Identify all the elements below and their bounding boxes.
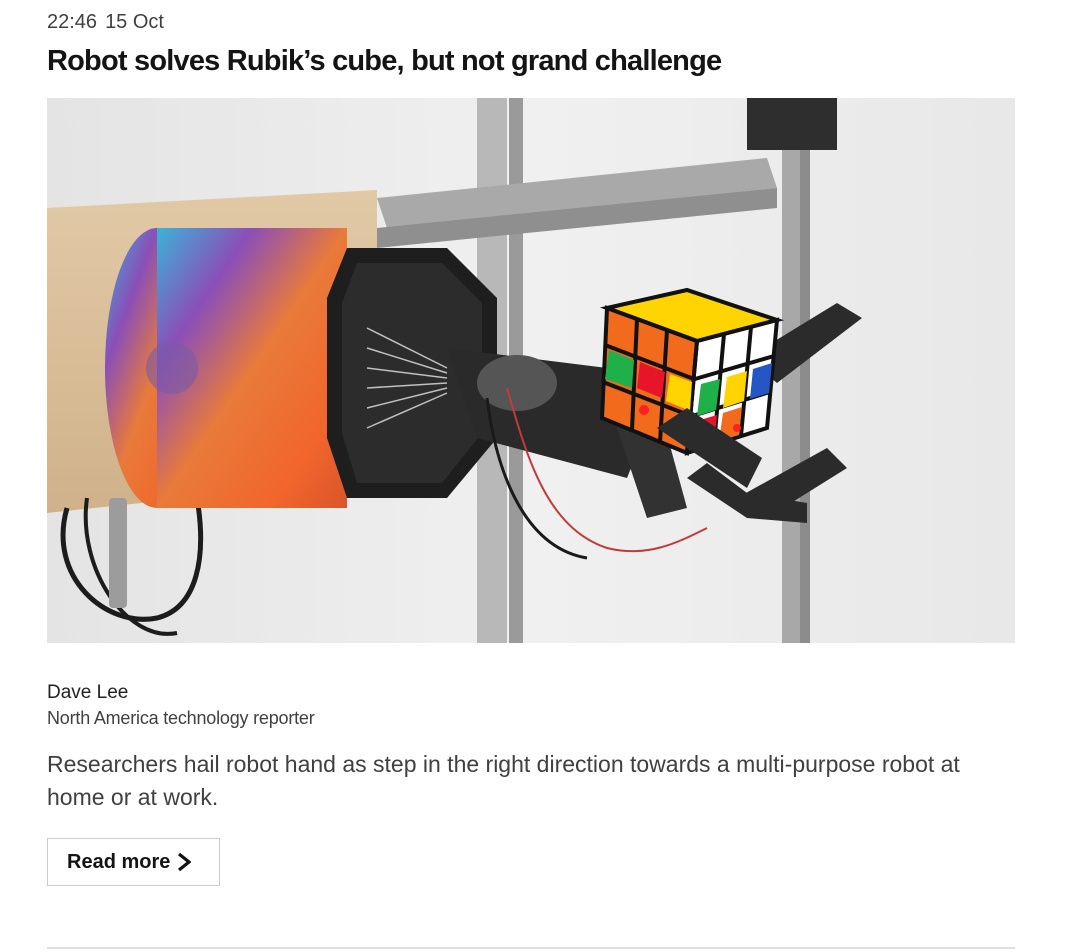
article-headline[interactable]: Robot solves Rubik’s cube, but not grand… <box>47 42 722 80</box>
article-hero-image[interactable] <box>47 98 1015 643</box>
chevron-right-icon <box>177 852 192 872</box>
author-name: Dave Lee <box>47 682 129 703</box>
article-time: 22:46 <box>47 11 98 33</box>
article-summary: Researchers hail robot hand as step in t… <box>47 751 960 810</box>
article-date: 15 Oct <box>105 11 164 33</box>
author-role: North America technology reporter <box>47 708 315 728</box>
robot-hand-photo <box>47 98 1015 643</box>
read-more-button[interactable]: Read more <box>47 838 220 886</box>
article-timestamp: 22:46 15 Oct <box>47 10 164 34</box>
read-more-label: Read more <box>67 850 171 873</box>
article-divider <box>47 947 1015 949</box>
